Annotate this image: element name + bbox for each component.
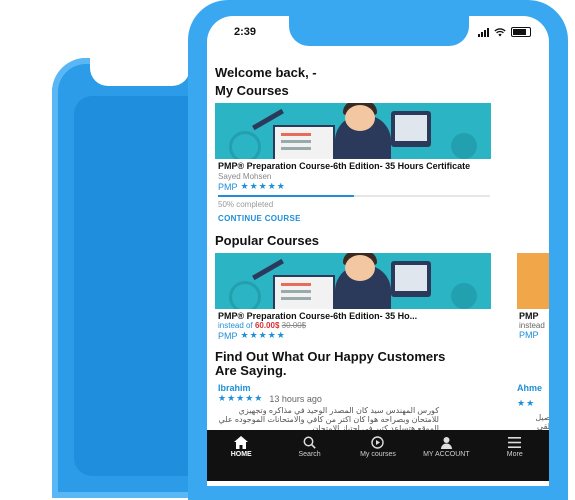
price-row: instead of 60.00$ 30.00$ xyxy=(218,321,549,330)
nav-label: Search xyxy=(298,451,321,458)
progress-fill xyxy=(218,195,354,197)
phone-screen: 2:39 Welcome back, - My Courses PMP® Pre… xyxy=(207,16,549,486)
peek-testimonial-author: Ahme xyxy=(517,383,543,393)
menu-icon xyxy=(508,435,522,449)
peek-course-thumbnail xyxy=(517,253,549,309)
peek-testimonial-text: توصيل متلقى xyxy=(535,413,549,431)
testimonial-text: كورس المهندس سيد كان المصدر الوحيد في مذ… xyxy=(218,406,439,433)
status-icons xyxy=(478,27,531,37)
wifi-icon xyxy=(494,27,506,36)
testimonial-author: Ibrahim xyxy=(218,383,251,393)
popular-course-card[interactable]: PMP® Preparation Course-6th Edition- 35 … xyxy=(215,253,549,341)
nav-search[interactable]: Search xyxy=(277,435,343,458)
nav-label: My courses xyxy=(360,451,396,458)
testimonial-stars: ★★★★★ xyxy=(218,393,264,403)
instead-of-label: instead of xyxy=(218,321,253,330)
testimonials-title: Find Out What Our Happy Customers Are Sa… xyxy=(215,349,446,378)
peek-testimonial-card: Ahme ★★ توصيل متلقى xyxy=(517,383,549,431)
course-title: PMP® Preparation Course-6th Edition- 35 … xyxy=(218,161,471,171)
battery-icon xyxy=(511,27,531,37)
peek-course-card[interactable]: PMP instead PMP xyxy=(517,253,549,340)
document-illustration xyxy=(273,125,335,159)
course-thumbnail xyxy=(215,103,491,159)
peek-course-category: PMP xyxy=(519,330,539,340)
peek-course-title: PMP xyxy=(519,311,539,321)
person-icon xyxy=(440,435,453,449)
testimonials-carousel[interactable]: Ibrahim ★★★★★ 13 hours ago كورس المهندس … xyxy=(215,383,549,433)
testimonial-card: Ibrahim ★★★★★ 13 hours ago كورس المهندس … xyxy=(215,383,549,433)
progress-bar xyxy=(218,195,490,197)
nav-more[interactable]: More xyxy=(482,435,548,458)
course-category: PMP xyxy=(218,330,238,341)
face-illustration xyxy=(345,105,375,131)
course-category: PMP xyxy=(218,181,238,192)
tablet-illustration xyxy=(391,261,431,297)
document-illustration xyxy=(273,275,335,309)
popular-courses-title: Popular Courses xyxy=(215,233,320,248)
nav-my-courses[interactable]: My courses xyxy=(345,435,411,458)
rating-stars: ★★★★★ xyxy=(240,330,286,340)
nav-label: HOME xyxy=(230,451,252,458)
popular-courses-carousel[interactable]: PMP® Preparation Course-6th Edition- 35 … xyxy=(215,253,549,341)
peek-testimonial-stars: ★★ xyxy=(517,398,536,408)
course-title: PMP® Preparation Course-6th Edition- 35 … xyxy=(218,311,418,321)
current-price: 60.00$ xyxy=(254,321,280,330)
continue-course-button[interactable]: CONTINUE COURSE xyxy=(218,214,549,223)
status-time: 2:39 xyxy=(234,26,257,38)
nav-my-account[interactable]: MY ACCOUNT xyxy=(413,435,479,458)
course-thumbnail xyxy=(215,253,491,309)
welcome-heading: Welcome back, - xyxy=(215,65,317,80)
gear-illustration xyxy=(229,131,261,159)
bottom-navigation: HOME Search My courses MY ACCOUNT More xyxy=(207,430,549,481)
course-category-row: PMP ★★★★★ xyxy=(218,181,549,192)
pie-illustration xyxy=(451,133,477,159)
phone-notch xyxy=(289,16,469,46)
play-circle-icon xyxy=(371,435,385,449)
background-phone-notch xyxy=(90,58,190,86)
pie-illustration xyxy=(451,283,477,309)
home-icon xyxy=(234,435,249,449)
testimonial-meta: ★★★★★ 13 hours ago xyxy=(218,393,549,404)
nav-home[interactable]: HOME xyxy=(208,435,274,458)
peek-instead-label: instead xyxy=(519,321,545,330)
progress-label: 50% completed xyxy=(218,200,274,209)
my-course-card[interactable]: PMP® Preparation Course-6th Edition- 35 … xyxy=(215,103,549,223)
rating-stars: ★★★★★ xyxy=(240,181,286,191)
testimonial-time: 13 hours ago xyxy=(269,393,322,404)
signal-icon xyxy=(478,27,489,37)
face-illustration xyxy=(345,255,375,281)
gear-illustration xyxy=(229,281,261,309)
search-icon xyxy=(303,435,316,449)
course-category-row: PMP ★★★★★ xyxy=(218,330,549,341)
nav-label: More xyxy=(506,451,523,458)
old-price: 30.00$ xyxy=(281,321,307,330)
course-instructor: Sayed Mohsen xyxy=(218,172,272,181)
tablet-illustration xyxy=(391,111,431,147)
main-content: Welcome back, - My Courses PMP® Preparat… xyxy=(215,65,549,433)
my-courses-title: My Courses xyxy=(215,83,289,98)
nav-label: MY ACCOUNT xyxy=(423,451,470,458)
